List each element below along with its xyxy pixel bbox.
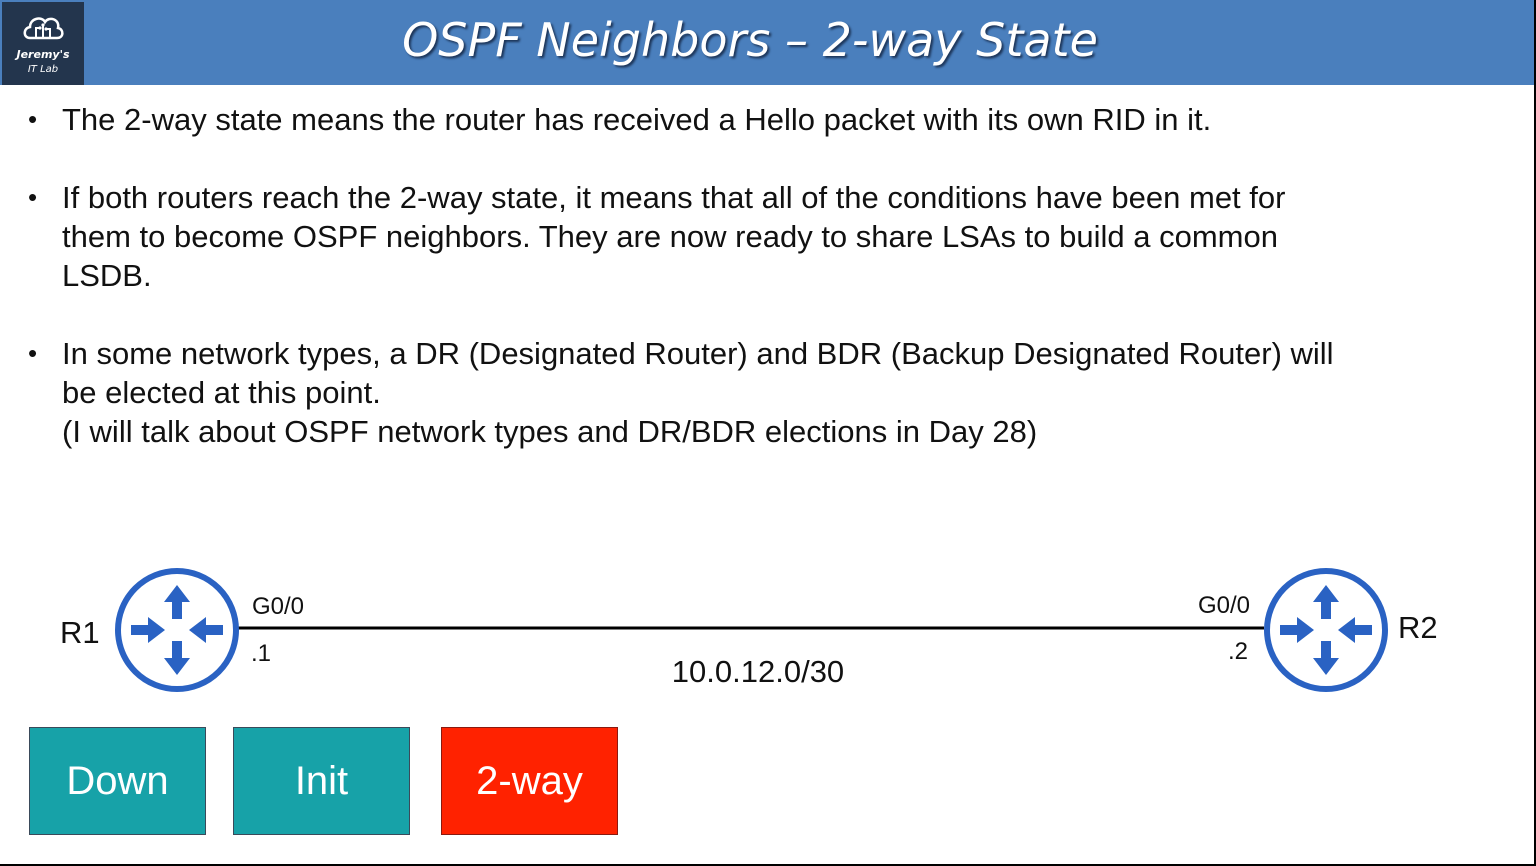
network-diagram: R1 G0/0 .1 R2 G0/0 .2 10.0.12.0/30 <box>60 568 1438 692</box>
bullet-text: The 2-way state means the router has rec… <box>62 100 1508 139</box>
logo-line1: Jeremy's <box>16 48 70 61</box>
router-icon <box>1264 568 1388 692</box>
logo: Jeremy's IT Lab <box>2 2 84 85</box>
bullet-line: them to become OSPF neighbors. They are … <box>62 219 1278 254</box>
router-r1-label: R1 <box>60 615 100 650</box>
bullet-line: The 2-way state means the router has rec… <box>62 102 1212 137</box>
state-init: Init <box>233 727 410 835</box>
bullet-dot: • <box>28 338 38 368</box>
bullet-line: In some network types, a DR (Designated … <box>62 336 1334 371</box>
bullet-line: LSDB. <box>62 258 152 293</box>
bullet-line: be elected at this point. <box>62 375 381 410</box>
state-label: Down <box>66 758 169 803</box>
router-icon <box>115 568 239 692</box>
bullet-line: If both routers reach the 2-way state, i… <box>62 180 1286 215</box>
cloud-circuit-icon <box>23 17 64 40</box>
bullet-line: (I will talk about OSPF network types an… <box>62 414 1038 449</box>
title-bar: Jeremy's IT Lab OSPF Neighbors – 2-way S… <box>0 0 1534 85</box>
bullet-text: In some network types, a DR (Designated … <box>62 334 1508 451</box>
r1-interface-label: G0/0 <box>252 593 304 620</box>
r2-ip-label: .2 <box>1228 638 1248 665</box>
r2-interface-label: G0/0 <box>1198 592 1250 619</box>
slide-title: OSPF Neighbors – 2-way State <box>402 13 1098 67</box>
bullet-text: If both routers reach the 2-way state, i… <box>62 178 1508 295</box>
slide: Jeremy's IT Lab OSPF Neighbors – 2-way S… <box>0 0 1534 864</box>
r1-ip-label: .1 <box>251 640 271 667</box>
subnet-label: 10.0.12.0/30 <box>672 654 844 689</box>
state-label: Init <box>294 758 349 803</box>
state-2way: 2-way <box>441 727 618 835</box>
bullet-dot: • <box>28 182 38 212</box>
bullet-dot: • <box>28 104 38 134</box>
state-down: Down <box>29 727 206 835</box>
router-r2-label: R2 <box>1398 610 1438 645</box>
logo-line2: IT Lab <box>27 64 59 75</box>
state-label: 2-way <box>476 758 583 803</box>
